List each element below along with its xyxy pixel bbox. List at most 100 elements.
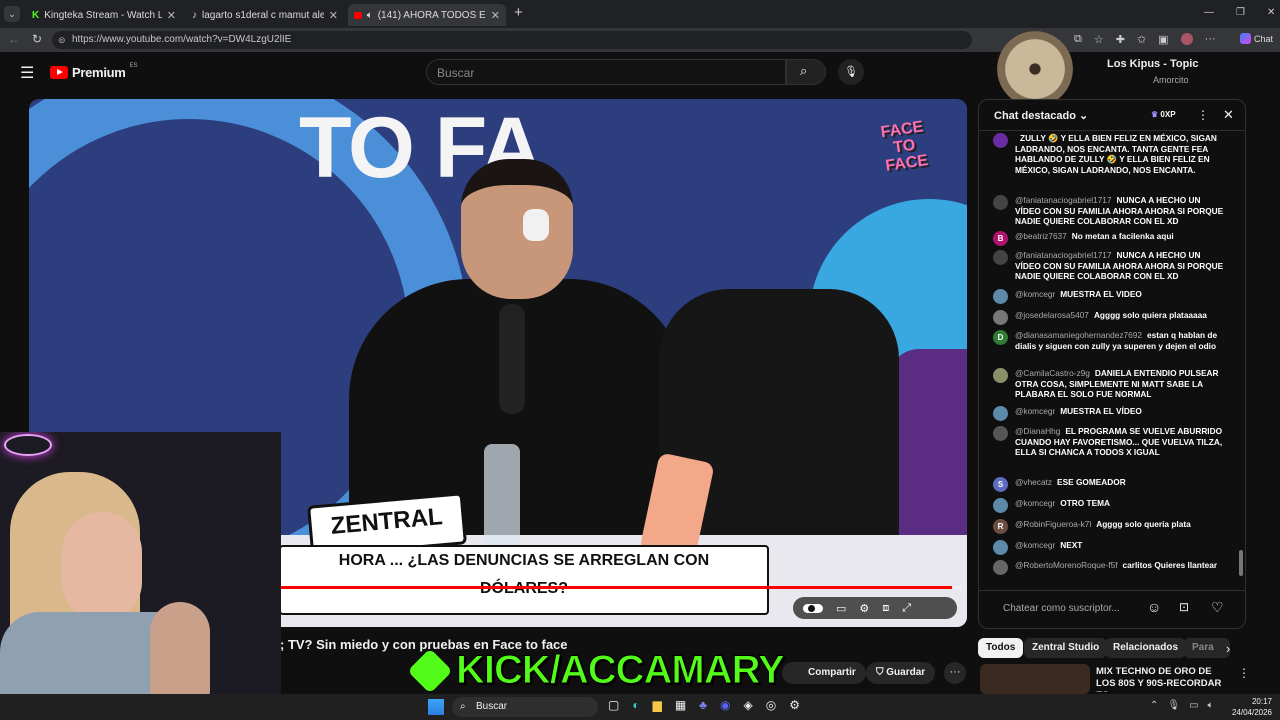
- chat-input[interactable]: Chatear como suscriptor...: [1003, 603, 1120, 614]
- chat-author[interactable]: @RobinFigueroa-k7l: [1015, 519, 1091, 529]
- subtitles-icon[interactable]: ▭: [836, 602, 846, 615]
- task-view-icon[interactable]: ▢: [608, 698, 619, 712]
- chat-author[interactable]: @CamilaCastro-z9g: [1015, 368, 1090, 378]
- tab-title: (141) AHORA TODOS EN CON: [377, 9, 486, 21]
- avatar[interactable]: [993, 426, 1008, 441]
- windows-start-icon[interactable]: [428, 699, 444, 715]
- avatar[interactable]: [993, 250, 1008, 265]
- emoji-icon[interactable]: ☺: [1147, 599, 1161, 615]
- obs-icon[interactable]: ◎: [766, 698, 776, 712]
- miniplayer-icon[interactable]: ⧈: [882, 602, 889, 615]
- avatar[interactable]: [993, 289, 1008, 304]
- share-button[interactable]: Compartir: [782, 662, 866, 684]
- network-icon[interactable]: ▭: [1189, 700, 1198, 711]
- teams-icon[interactable]: ♣: [699, 698, 707, 712]
- chat-author[interactable]: @komcegr: [1015, 498, 1055, 508]
- chat-author[interactable]: @faniatanaciogabriel1717: [1015, 250, 1112, 260]
- mic-tray-icon[interactable]: 🎙︎: [1167, 700, 1180, 711]
- close-icon[interactable]: ✕: [491, 9, 500, 22]
- now-playing-title: Los Kipus - Topic: [1107, 58, 1199, 70]
- url-field[interactable]: ⊜ https://www.youtube.com/watch?v=DW4Lzg…: [52, 31, 972, 49]
- avatar[interactable]: B: [993, 231, 1008, 246]
- chat-message: R @RobinFigueroa-k7l Agggg solo quería pla…: [993, 519, 1243, 534]
- chat-menu-icon[interactable]: ⋮: [1197, 108, 1209, 122]
- chat-scrollbar[interactable]: [1239, 550, 1243, 576]
- chip-relacionados[interactable]: Relacionados: [1105, 638, 1187, 658]
- chat-author[interactable]: @dianasamaniegohernandez7692: [1015, 330, 1142, 340]
- search-button[interactable]: ⌕: [786, 59, 826, 85]
- new-tab-button[interactable]: +: [514, 4, 523, 21]
- chip-para[interactable]: Para: [1184, 638, 1230, 658]
- chat-author[interactable]: @DianaHhg: [1015, 426, 1060, 436]
- chat-author[interactable]: @beatriz7637: [1015, 231, 1067, 241]
- avatar[interactable]: [993, 498, 1008, 513]
- clock[interactable]: 20:17 24/04/2026: [1228, 696, 1272, 718]
- discord-icon[interactable]: ◉: [720, 698, 730, 712]
- heart-icon[interactable]: ♡: [1211, 599, 1224, 616]
- recommended-menu-icon[interactable]: ⋮: [1238, 666, 1250, 680]
- fullscreen-icon[interactable]: ⤢: [902, 602, 911, 615]
- taskbar-search-label: Buscar: [476, 701, 508, 712]
- album-art: [997, 31, 1073, 107]
- chat-author[interactable]: @komcegr: [1015, 406, 1055, 416]
- chat-mode-dropdown[interactable]: Chat destacado ⌄: [994, 109, 1088, 122]
- avatar[interactable]: [993, 406, 1008, 421]
- volume-icon[interactable]: 🔈︎: [1208, 700, 1214, 711]
- avatar[interactable]: [993, 310, 1008, 325]
- chat-author[interactable]: @faniatanaciogabriel1717: [1015, 195, 1112, 205]
- file-explorer-icon[interactable]: ▆: [653, 698, 662, 712]
- chat-close-icon[interactable]: ✕: [1223, 107, 1234, 123]
- chat-author[interactable]: @vhecatz: [1015, 477, 1052, 487]
- super-chat-icon[interactable]: ⊡: [1179, 600, 1189, 614]
- now-playing-widget[interactable]: Los Kipus - Topic Amorcito: [995, 30, 1255, 110]
- avatar[interactable]: D: [993, 330, 1008, 345]
- chat-author[interactable]: @komcegr: [1015, 540, 1055, 550]
- kick-brand-text: KICK/ACCAMARY: [456, 648, 786, 693]
- chat-author[interactable]: @komcegr: [1015, 289, 1055, 299]
- save-button[interactable]: ⛉ Guardar: [866, 662, 936, 684]
- hamburger-menu-icon[interactable]: ☰: [20, 63, 34, 83]
- avatar[interactable]: [993, 560, 1008, 575]
- avatar[interactable]: S: [993, 477, 1008, 492]
- chat-author[interactable]: @RobertoMorenoRoque-f5f: [1015, 560, 1118, 570]
- browser-tab-bar: ⌄ K Kingteka Stream - Watch Live on K ✕ …: [0, 0, 1280, 28]
- more-actions-button[interactable]: ···: [944, 662, 966, 684]
- settings-icon[interactable]: ⚙: [789, 698, 800, 712]
- store-icon[interactable]: ▦: [675, 698, 686, 712]
- back-icon[interactable]: ←: [8, 32, 20, 46]
- minimize-icon[interactable]: —: [1204, 7, 1214, 18]
- settings-gear-icon[interactable]: ⚙: [859, 602, 869, 615]
- steam-icon[interactable]: ◈: [744, 698, 753, 712]
- youtube-logo[interactable]: Premium ES: [50, 63, 138, 80]
- avatar[interactable]: [993, 195, 1008, 210]
- chat-message-text: @RobinFigueroa-k7l Agggg solo quería plat…: [1015, 519, 1225, 534]
- search-input[interactable]: Buscar: [426, 59, 786, 85]
- autoplay-toggle[interactable]: [803, 603, 823, 613]
- avatar[interactable]: [993, 368, 1008, 383]
- tab-list-button[interactable]: ⌄: [4, 6, 20, 22]
- search-icon: ⌕: [800, 63, 808, 78]
- tab-tiktok[interactable]: ♪ lagarto s1deral c mamut alerta mi ✕: [186, 4, 344, 26]
- chip-zentral[interactable]: Zentral Studio: [1024, 638, 1108, 658]
- edge-icon[interactable]: ◐: [632, 698, 639, 712]
- maximize-icon[interactable]: ❐: [1236, 7, 1245, 18]
- avatar[interactable]: [993, 133, 1008, 148]
- kick-brand-overlay: KICK/ACCAMARY: [407, 648, 786, 694]
- close-window-icon[interactable]: ✕: [1267, 7, 1275, 18]
- chat-author[interactable]: @josedelarosa5407: [1015, 310, 1089, 320]
- close-icon[interactable]: ✕: [167, 9, 176, 22]
- avatar[interactable]: R: [993, 519, 1008, 534]
- tab-youtube[interactable]: 🔈︎ (141) AHORA TODOS EN CON ✕: [348, 4, 506, 26]
- reload-icon[interactable]: ↻: [32, 32, 42, 46]
- recommended-video[interactable]: MIX TECHNO DE ORO DE LOS 80S Y 90S-RECOR…: [980, 664, 1250, 694]
- avatar[interactable]: [993, 540, 1008, 555]
- xp-badge[interactable]: ♛ 0XP: [1151, 110, 1176, 119]
- chat-body: Agggg solo quería plata: [1096, 519, 1191, 529]
- taskbar-search[interactable]: ⌕ Buscar: [452, 697, 598, 717]
- voice-search-button[interactable]: 🎙︎: [838, 59, 864, 85]
- tab-kick[interactable]: K Kingteka Stream - Watch Live on K ✕: [26, 4, 182, 26]
- close-icon[interactable]: ✕: [329, 9, 338, 22]
- chip-todos[interactable]: Todos: [978, 638, 1024, 658]
- chevron-right-icon[interactable]: ›: [1226, 641, 1230, 656]
- tray-chevron-icon[interactable]: ⌃: [1150, 700, 1158, 711]
